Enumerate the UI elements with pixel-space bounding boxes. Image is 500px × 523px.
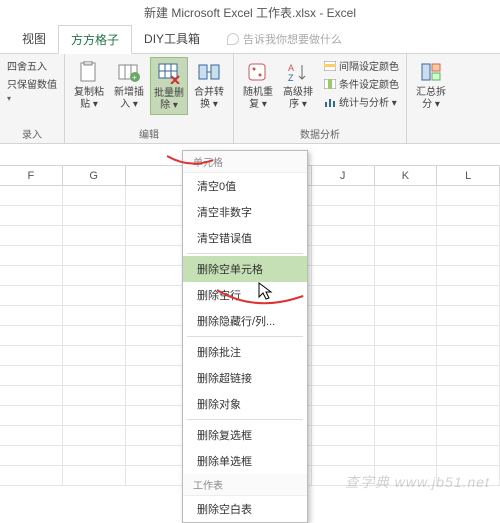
menu-delete-radio[interactable]: 删除单选框 bbox=[183, 448, 307, 474]
window-title: 新建 Microsoft Excel 工作表.xlsx - Excel bbox=[0, 0, 500, 25]
col-header-k[interactable]: K bbox=[375, 166, 438, 185]
menu-section-sheet: 工作表 bbox=[183, 474, 307, 496]
btn-stats[interactable]: 统计与分析 ▾ bbox=[322, 93, 401, 110]
group-input: 四舍五入 只保留数值 ▾ 录入 bbox=[0, 54, 65, 143]
cursor-icon bbox=[258, 282, 274, 302]
group-label-edit: 编辑 bbox=[70, 126, 228, 141]
batch-delete-menu: 单元格 清空0值 清空非数字 清空错误值 删除空单元格 删除空行 删除隐藏行/列… bbox=[182, 150, 308, 523]
watermark: 查字典 www.jb51.net bbox=[345, 472, 490, 492]
menu-delete-hyperlinks[interactable]: 删除超链接 bbox=[183, 365, 307, 391]
col-header-l[interactable]: L bbox=[437, 166, 500, 185]
annotation-arrow-1 bbox=[165, 154, 215, 174]
group-summary: 汇总拆 分 ▾ bbox=[407, 54, 455, 143]
btn-copy-paste[interactable]: 复制粘 贴 ▾ bbox=[70, 57, 108, 115]
group-edit: 复制粘 贴 ▾ + 新增插 入 ▾ 批量删 除 ▾ 合并转 换 ▾ 编辑 bbox=[65, 54, 234, 143]
col-header-g[interactable]: G bbox=[63, 166, 126, 185]
col-header-j[interactable]: J bbox=[312, 166, 375, 185]
bulb-icon bbox=[227, 33, 239, 45]
tab-diy[interactable]: DIY工具箱 bbox=[132, 25, 212, 53]
menu-delete-checkbox[interactable]: 删除复选框 bbox=[183, 422, 307, 448]
col-header-f[interactable]: F bbox=[0, 166, 63, 185]
group-data: 随机重 复 ▾ AZ 高级排 序 ▾ 间隔设定颜色 条件设定颜色 统计与分析 ▾… bbox=[234, 54, 407, 143]
group-label-input: 录入 bbox=[5, 126, 59, 141]
chart-icon bbox=[324, 97, 336, 107]
dice-icon bbox=[246, 61, 270, 83]
btn-batch-delete[interactable]: 批量删 除 ▾ bbox=[150, 57, 188, 115]
btn-interval-color[interactable]: 间隔设定颜色 bbox=[322, 57, 401, 74]
btn-condition-color[interactable]: 条件设定颜色 bbox=[322, 75, 401, 92]
ribbon: 四舍五入 只保留数值 ▾ 录入 复制粘 贴 ▾ + 新增插 入 ▾ 批量删 除 … bbox=[0, 54, 500, 144]
svg-text:+: + bbox=[132, 73, 137, 82]
grid-cond-icon bbox=[324, 79, 336, 89]
ribbon-tabs: 视图 方方格子 DIY工具箱 告诉我你想要做什么 bbox=[0, 25, 500, 54]
menu-clear-nonnum[interactable]: 清空非数字 bbox=[183, 199, 307, 225]
menu-clear-zero[interactable]: 清空0值 bbox=[183, 173, 307, 199]
menu-delete-comments[interactable]: 删除批注 bbox=[183, 339, 307, 365]
grid-color-icon bbox=[324, 61, 336, 71]
btn-input-more[interactable]: ▾ bbox=[5, 93, 59, 104]
menu-delete-objects[interactable]: 删除对象 bbox=[183, 391, 307, 417]
delete-grid-icon bbox=[157, 62, 181, 84]
svg-text:Z: Z bbox=[288, 73, 294, 83]
menu-clear-error[interactable]: 清空错误值 bbox=[183, 225, 307, 251]
split-icon bbox=[419, 61, 443, 83]
btn-round[interactable]: 四舍五入 bbox=[5, 57, 59, 74]
tell-me-text: 告诉我你想要做什么 bbox=[243, 31, 342, 47]
btn-merge-convert[interactable]: 合并转 换 ▾ bbox=[190, 57, 228, 115]
btn-new-insert[interactable]: + 新增插 入 ▾ bbox=[110, 57, 148, 115]
tab-view[interactable]: 视图 bbox=[10, 25, 58, 53]
menu-delete-empty-cells[interactable]: 删除空单元格 bbox=[183, 256, 307, 282]
merge-icon bbox=[197, 61, 221, 83]
tell-me[interactable]: 告诉我你想要做什么 bbox=[212, 25, 342, 53]
clipboard-icon bbox=[77, 61, 101, 83]
svg-text:A: A bbox=[288, 63, 294, 73]
tab-fangfang[interactable]: 方方格子 bbox=[58, 25, 132, 54]
btn-keep-value[interactable]: 只保留数值 bbox=[5, 75, 59, 92]
btn-sort[interactable]: AZ 高级排 序 ▾ bbox=[279, 57, 317, 113]
btn-random[interactable]: 随机重 复 ▾ bbox=[239, 57, 277, 113]
sort-icon: AZ bbox=[286, 61, 310, 83]
group-label-data: 数据分析 bbox=[239, 126, 401, 141]
btn-summary-split[interactable]: 汇总拆 分 ▾ bbox=[412, 57, 450, 113]
insert-icon: + bbox=[117, 61, 141, 83]
